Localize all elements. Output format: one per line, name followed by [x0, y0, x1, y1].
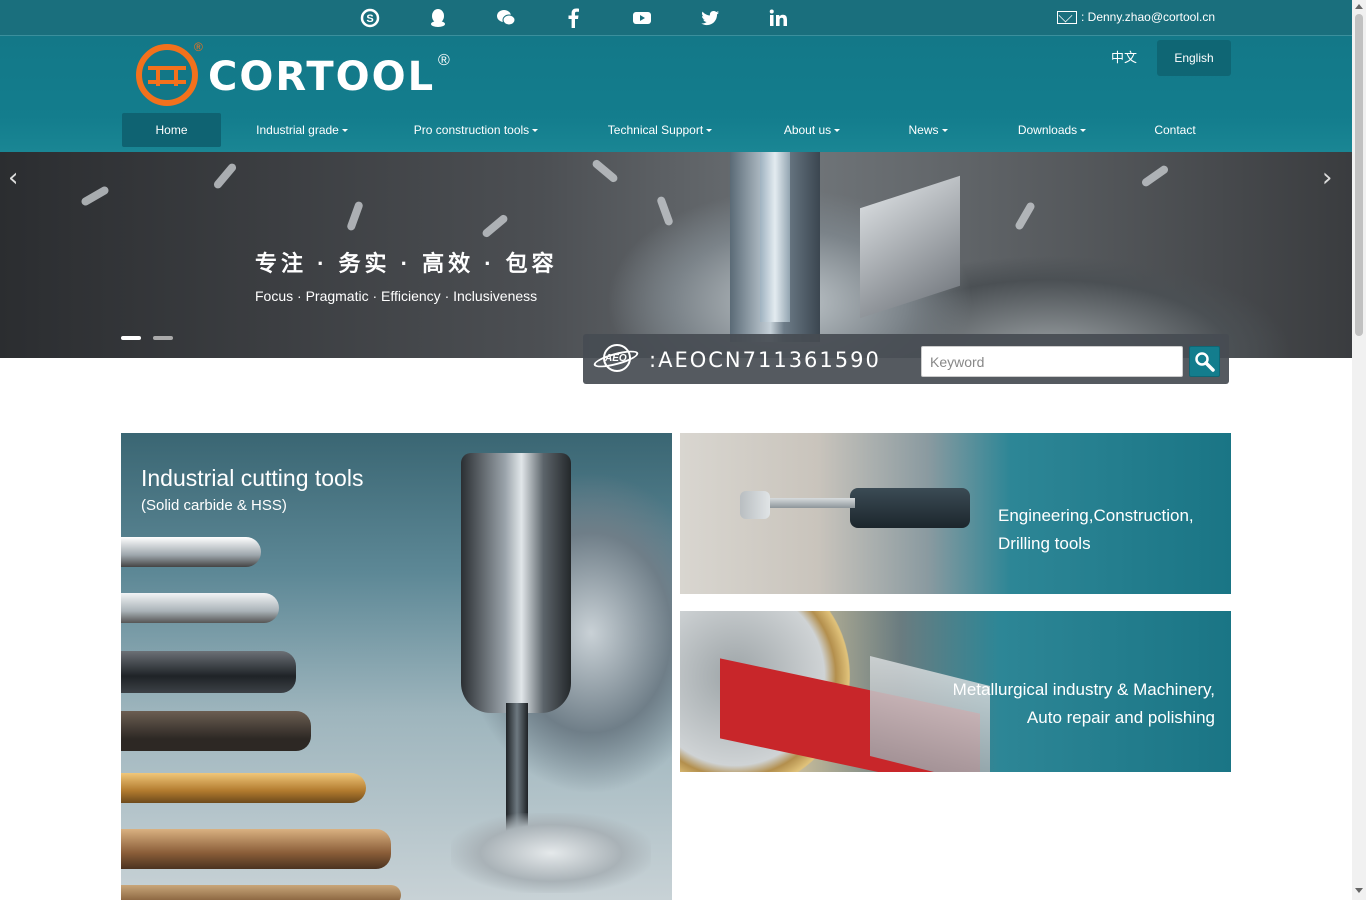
search-icon	[1194, 351, 1215, 372]
keyword-search-input[interactable]	[921, 346, 1183, 377]
logo-mark-registered: ®	[194, 40, 203, 54]
email-text[interactable]: : Denny.zhao@cortool.cn	[1081, 10, 1215, 24]
site-header: CORTOOL ® ® 中文 English Home Industrial g…	[0, 36, 1352, 152]
caret-down-icon	[341, 129, 348, 133]
industrial-tile-title: Industrial cutting tools	[141, 465, 364, 491]
aeo-code: :AEOCN711361590	[649, 348, 881, 372]
industrial-tile-subtitle: (Solid carbide & HSS)	[141, 497, 287, 514]
engineering-construction-tile[interactable]: Engineering,Construction, Drilling tools	[680, 433, 1231, 594]
scroll-up-arrow-icon[interactable]	[1355, 4, 1363, 9]
linkedin-icon[interactable]	[766, 6, 790, 30]
logo-text-registered: ®	[438, 52, 450, 69]
hero-banner[interactable]: 专注 · 务实 · 高效 · 包容 Focus · Pragmatic · Ef…	[0, 152, 1352, 358]
metallurgical-tile-line2: Auto repair and polishing	[1026, 708, 1215, 727]
nav-item-contact[interactable]: Contact	[1147, 113, 1203, 147]
banner-next-arrow-icon[interactable]: ›	[1322, 165, 1342, 191]
nav-item-technical-support[interactable]: Technical Support	[603, 113, 717, 147]
language-chinese-link[interactable]: 中文	[1100, 40, 1148, 76]
nav-item-about-us[interactable]: About us	[777, 113, 847, 147]
nav-item-industrial-grade[interactable]: Industrial grade	[246, 113, 358, 147]
banner-headline-cn: 专注 · 务实 · 高效 · 包容	[255, 251, 558, 276]
metallurgical-tile-line1: Metallurgical industry & Machinery,	[952, 680, 1215, 699]
aeo-globe-icon: AEO	[592, 344, 640, 374]
wechat-icon[interactable]	[494, 6, 518, 30]
qq-icon[interactable]	[426, 6, 450, 30]
page: S : Denny.zhao@cortool.cn CORTOOL ® ® 中文…	[0, 0, 1366, 900]
caret-down-icon	[706, 129, 713, 133]
caret-down-icon	[834, 129, 841, 133]
engineering-tile-line2: Drilling tools	[998, 534, 1091, 553]
skype-icon[interactable]: S	[358, 6, 382, 30]
banner-headline-en: Focus · Pragmatic · Efficiency · Inclusi…	[255, 288, 538, 304]
industrial-cutting-tools-tile[interactable]: Industrial cutting tools (Solid carbide …	[121, 433, 672, 900]
svg-text:S: S	[366, 13, 373, 25]
banner-dot-2[interactable]	[153, 336, 173, 340]
page-scrollbar[interactable]	[1352, 0, 1366, 900]
facebook-icon[interactable]	[562, 6, 586, 30]
banner-dot-1[interactable]	[121, 336, 141, 340]
youtube-icon[interactable]	[630, 6, 654, 30]
site-logo[interactable]: CORTOOL	[136, 44, 435, 106]
mail-icon	[1057, 10, 1077, 24]
aeo-search-bar: AEO :AEOCN711361590	[583, 334, 1229, 384]
nav-item-news[interactable]: News	[903, 113, 953, 147]
nav-item-downloads[interactable]: Downloads	[1011, 113, 1093, 147]
twitter-icon[interactable]	[698, 6, 722, 30]
language-english-button[interactable]: English	[1157, 40, 1231, 76]
engineering-tile-line1: Engineering,Construction,	[998, 506, 1194, 525]
metallurgical-industry-tile[interactable]: Metallurgical industry & Machinery, Auto…	[680, 611, 1231, 772]
scroll-thumb[interactable]	[1355, 14, 1363, 336]
caret-down-icon	[1080, 129, 1087, 133]
scroll-down-arrow-icon[interactable]	[1355, 888, 1363, 893]
caret-down-icon	[941, 129, 948, 133]
contact-email[interactable]: : Denny.zhao@cortool.cn	[1057, 10, 1215, 24]
logo-mark-icon	[136, 44, 198, 106]
search-button[interactable]	[1189, 346, 1220, 377]
banner-prev-arrow-icon[interactable]: ‹	[8, 165, 28, 191]
top-bar: S : Denny.zhao@cortool.cn	[0, 0, 1352, 36]
nav-item-home[interactable]: Home	[122, 113, 221, 147]
caret-down-icon	[532, 129, 539, 133]
logo-text: CORTOOL	[208, 54, 436, 100]
nav-item-pro-construction-tools[interactable]: Pro construction tools	[410, 113, 542, 147]
